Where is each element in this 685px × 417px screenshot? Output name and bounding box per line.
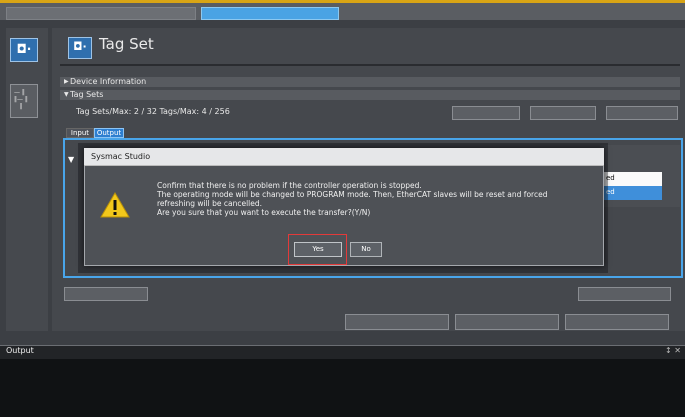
tag-sets-label: Tag Sets [70, 90, 104, 99]
tag-set-glyph-icon: ◘· [16, 42, 32, 56]
tag-set-editor-glyph-icon: ◘· [73, 40, 87, 53]
document-tab-inactive[interactable] [6, 7, 196, 20]
tag-sets-count: Tag Sets/Max: 2 / 32 Tags/Max: 4 / 256 [76, 107, 230, 116]
page-title: Tag Set [99, 35, 154, 53]
dialog-message-line: refreshing will be cancelled. [157, 199, 263, 208]
collapse-arrow-icon: ▼ [64, 91, 69, 98]
tab-output[interactable]: Output [94, 128, 124, 138]
dialog-message-line: Are you sure that you want to execute th… [157, 208, 371, 217]
table-cell[interactable]: ed [602, 172, 662, 186]
document-tab-active[interactable] [201, 7, 339, 20]
yes-button[interactable]: Yes [294, 242, 342, 257]
left-navigation-bar [6, 28, 48, 331]
title-divider [60, 64, 680, 66]
no-button[interactable]: No [350, 242, 382, 257]
output-panel-header [0, 345, 685, 359]
device-information-label: Device Information [70, 77, 147, 86]
dialog-titlebar[interactable] [84, 148, 604, 166]
output-panel-body [0, 359, 685, 417]
transfer-to-controller-button[interactable] [345, 314, 449, 330]
table-left-button[interactable] [64, 287, 148, 301]
tag-set-editor-icon: ◘· [68, 37, 92, 59]
tag-set-action-button-3[interactable] [606, 106, 678, 120]
dialog-message-line: The operating mode will be changed to PR… [157, 190, 548, 199]
expand-arrow-icon: ▶ [64, 78, 69, 85]
tag-set-nav-icon[interactable]: ◘· [10, 38, 38, 62]
device-information-header[interactable]: ▶ Device Information [60, 77, 680, 87]
transfer-from-controller-button[interactable] [455, 314, 559, 330]
compare-button[interactable] [565, 314, 669, 330]
table-right-button[interactable] [578, 287, 671, 301]
tag-sets-header[interactable]: ▼ Tag Sets [60, 90, 680, 100]
row-expand-icon[interactable]: ▼ [68, 155, 74, 164]
dialog-title: Sysmac Studio [91, 152, 151, 161]
warning-icon [100, 192, 130, 218]
output-panel-title: Output [6, 346, 34, 355]
io-map-nav-icon[interactable]: — ‖ ‖— ‖ ‖ [10, 84, 38, 118]
output-panel-pin-icon[interactable]: ↕ ✕ [665, 346, 681, 355]
tag-set-action-button-1[interactable] [452, 106, 520, 120]
tab-input[interactable]: Input [66, 128, 94, 138]
table-cell-selected[interactable]: ed [602, 186, 662, 200]
dialog-message-line: Confirm that there is no problem if the … [157, 181, 422, 190]
io-map-glyph-icon: — ‖ ‖— ‖ ‖ [14, 89, 28, 110]
tag-set-action-button-2[interactable] [530, 106, 596, 120]
